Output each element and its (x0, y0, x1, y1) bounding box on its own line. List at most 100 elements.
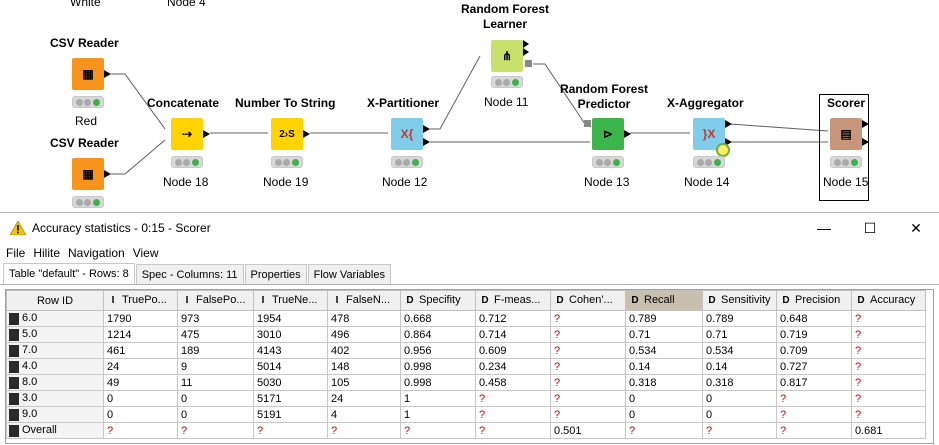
output-port-test[interactable] (423, 138, 430, 146)
tab-spec[interactable]: Spec - Columns: 11 (135, 264, 244, 284)
random-forest-learner-icon[interactable]: ⋔ (491, 40, 523, 72)
node-label[interactable]: Node 19 (263, 175, 308, 189)
window-titlebar[interactable]: Accuracy statistics - 0:15 - Scorer (0, 213, 939, 243)
table-cell: ? (702, 422, 777, 439)
tab-table[interactable]: Table "default" - Rows: 8 (3, 263, 135, 284)
column-header[interactable]: D Accuracy (851, 290, 926, 311)
x-partitioner-icon[interactable]: X{ (391, 118, 423, 150)
column-header[interactable]: D Specifity (400, 290, 476, 311)
close-button[interactable]: ✕ (893, 213, 939, 243)
tab-properties[interactable]: Properties (244, 264, 307, 284)
workflow-canvas[interactable]: White Node 4 CSV Reader ▦ Red CSV Reader… (0, 0, 939, 212)
table-row[interactable]: 5.0 1214 475 3010 496 0.864 0.714? 0.71 0.71 0.71… (6, 326, 926, 343)
output-port[interactable] (523, 48, 529, 56)
table-cell: 9 (177, 358, 254, 375)
column-header[interactable]: I TruePo... (103, 290, 178, 311)
menu-navigation[interactable]: Navigation (68, 246, 125, 260)
number-to-string-icon[interactable]: 2›S (271, 118, 303, 150)
node-label[interactable]: Node 12 (382, 175, 427, 189)
node-title: Random Forest Learner (460, 2, 549, 31)
output-port[interactable] (523, 40, 529, 48)
node-label[interactable]: Node 11 (484, 95, 528, 109)
table-row[interactable]: Overall?????? 0.501??? 0.681 (6, 422, 926, 439)
row-id-cell: 6.0 (6, 310, 104, 327)
csv-reader-icon[interactable]: ▦ (72, 58, 104, 90)
table-cell: 0.14 (702, 358, 777, 375)
column-header[interactable]: D Sensitivity (702, 290, 777, 311)
column-header-label: FalseN... (346, 294, 391, 307)
table-cell: 0 (702, 390, 777, 407)
table-cell: ? (776, 390, 852, 407)
column-header[interactable]: D Precision (776, 290, 852, 311)
table-cell: ? (776, 406, 852, 423)
column-header[interactable]: D Recall (625, 290, 703, 311)
node-label[interactable]: Node 15 (823, 175, 868, 189)
table-cell: 0 (177, 406, 254, 423)
menu-file[interactable]: File (6, 246, 25, 260)
table-cell: 105 (327, 374, 401, 391)
table-cell: ? (851, 390, 926, 407)
window-title: Accuracy statistics - 0:15 - Scorer (32, 221, 211, 235)
minimize-button[interactable]: — (801, 213, 847, 243)
column-header[interactable]: I FalseN... (327, 290, 401, 311)
column-header[interactable]: I TrueNe... (253, 290, 328, 311)
node-label[interactable]: Node 18 (163, 175, 208, 189)
row-id-cell: Overall (6, 422, 104, 439)
table-cell: ? (851, 374, 926, 391)
model-output-port[interactable] (525, 60, 532, 67)
table-cell: 0.714 (475, 326, 551, 343)
concatenate-icon[interactable]: ⇢ (171, 118, 203, 150)
output-port[interactable] (862, 120, 869, 128)
menu-hilite[interactable]: Hilite (33, 246, 60, 260)
integer-type-icon: I (261, 294, 265, 306)
table-row[interactable]: 7.0 461 189 4143 402 0.956 0.609? 0.534 0.534 0.7… (6, 342, 926, 359)
node-label[interactable]: Red (75, 114, 97, 128)
table-cell: 4143 (253, 342, 328, 359)
node-title: CSV Reader (50, 136, 119, 150)
node-label[interactable]: Node 13 (584, 175, 629, 189)
output-port[interactable] (104, 170, 111, 178)
column-header[interactable]: I FalsePo... (177, 290, 254, 311)
table-row[interactable]: 3.0 0 0 5171 24 1?? 0 0?? (6, 390, 926, 407)
tab-flow-variables[interactable]: Flow Variables (307, 264, 391, 284)
table-row[interactable]: 8.0 49 11 5030 105 0.998 0.458? 0.318 0.318 0.817… (6, 374, 926, 391)
row-id-cell: 9.0 (6, 406, 104, 423)
table-cell: 1214 (103, 326, 178, 343)
output-port[interactable] (862, 138, 869, 146)
table-cell: 0.318 (625, 374, 703, 391)
model-input-port[interactable] (584, 120, 591, 127)
row-marker (9, 392, 19, 405)
table-cell: 5191 (253, 406, 328, 423)
csv-reader-icon[interactable]: ▦ (72, 158, 104, 190)
table-row[interactable]: 9.0 0 0 5191 4 1?? 0 0?? (6, 406, 926, 423)
output-port[interactable] (725, 120, 732, 128)
menu-bar: File Hilite Navigation View (0, 243, 939, 263)
menu-view[interactable]: View (133, 246, 159, 260)
window-controls: — ☐ ✕ (801, 213, 939, 243)
table-row[interactable]: 6.0 1790 973 1954 478 0.668 0.712? 0.789 0.789 0.… (6, 310, 926, 327)
accuracy-statistics-window: Accuracy statistics - 0:15 - Scorer — ☐ … (0, 212, 939, 445)
table-cell: 0.14 (625, 358, 703, 375)
random-forest-predictor-icon[interactable]: ⊳ (592, 118, 624, 150)
output-port[interactable] (203, 130, 210, 138)
column-header-rowid[interactable]: Row ID (6, 290, 104, 311)
column-header[interactable]: D F-meas... (475, 290, 551, 311)
output-port[interactable] (104, 70, 111, 78)
node-label[interactable]: Node 14 (684, 175, 729, 189)
scorer-icon[interactable]: ▤ (830, 118, 862, 150)
output-port[interactable] (303, 130, 310, 138)
table-cell: ? (550, 374, 626, 391)
column-header[interactable]: D Cohen'... (550, 290, 626, 311)
table-cell: ? (625, 422, 703, 439)
statistics-table: Row ID I TruePo... I FalsePo... I TrueNe... I Fa… (6, 290, 926, 439)
row-marker (9, 376, 19, 389)
table-row[interactable]: 4.0 24 9 5014 148 0.998 0.234? 0.14 0.14 0.727? (6, 358, 926, 375)
maximize-button[interactable]: ☐ (847, 213, 893, 243)
data-table-view[interactable]: Row ID I TruePo... I FalsePo... I TrueNe... I Fa… (5, 289, 934, 444)
output-port-train[interactable] (423, 125, 430, 133)
double-type-icon: D (782, 294, 790, 306)
output-port[interactable] (624, 130, 631, 138)
table-cell: ? (851, 310, 926, 327)
table-cell: 5171 (253, 390, 328, 407)
table-cell: ? (550, 358, 626, 375)
